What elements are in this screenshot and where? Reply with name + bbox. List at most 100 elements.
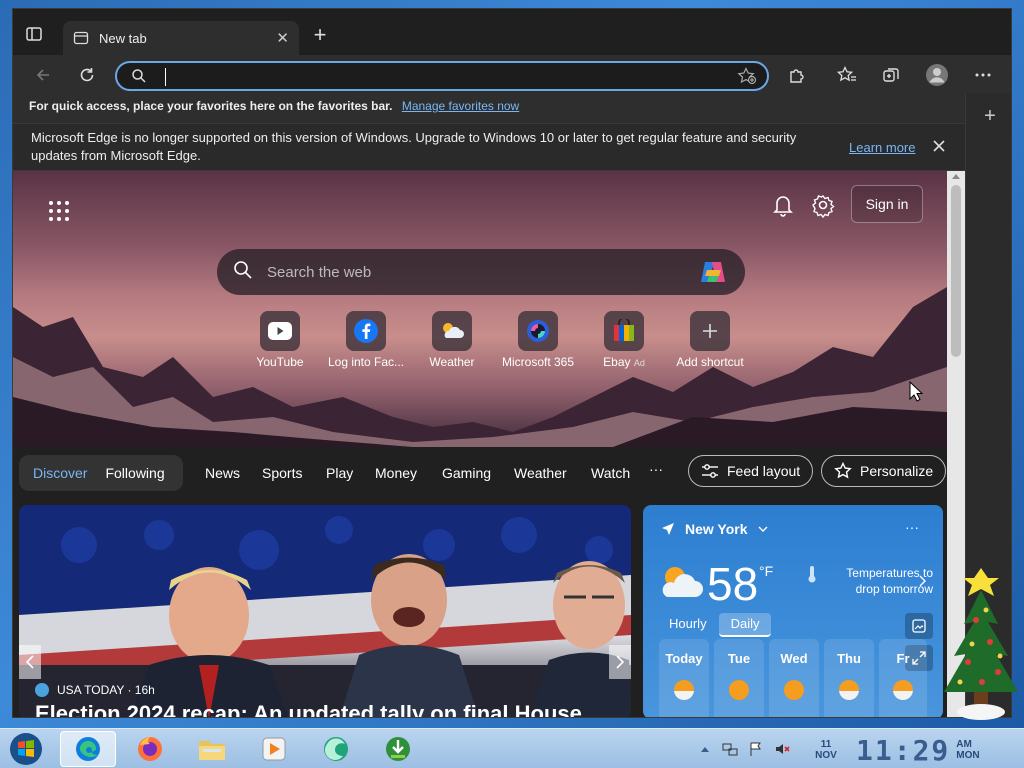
nav-money[interactable]: Money bbox=[375, 465, 417, 481]
address-input[interactable] bbox=[163, 67, 723, 87]
weather-map-button[interactable] bbox=[905, 613, 933, 639]
add-shortcut-button[interactable]: Add shortcut bbox=[667, 311, 753, 369]
day-label: Wed bbox=[780, 651, 808, 666]
carousel-next-button[interactable] bbox=[609, 645, 631, 679]
image-icon bbox=[912, 619, 926, 633]
christmas-tree-gadget bbox=[944, 568, 1018, 720]
taskbar-clock[interactable]: 11 NOV 11:29 AM MON bbox=[812, 733, 979, 767]
news-source: USA TODAY · 16h bbox=[35, 683, 155, 697]
shortcut-youtube[interactable]: YouTube bbox=[237, 311, 323, 369]
weather-alert[interactable]: Temperatures to drop tomorrow bbox=[823, 565, 933, 597]
refresh-icon[interactable] bbox=[73, 61, 101, 89]
news-source-label: USA TODAY · 16h bbox=[57, 683, 155, 697]
page-settings-gear-icon[interactable] bbox=[809, 191, 837, 219]
close-infobar-icon[interactable] bbox=[931, 138, 949, 156]
favorites-icon[interactable] bbox=[833, 61, 861, 89]
copilot-icon[interactable] bbox=[697, 256, 729, 288]
chevron-left-icon bbox=[26, 655, 34, 669]
add-sidebar-app-button[interactable]: + bbox=[980, 106, 1000, 127]
day-label: Today bbox=[665, 651, 703, 666]
tab-discover[interactable]: Discover bbox=[33, 465, 87, 481]
feed-layout-button[interactable]: Feed layout bbox=[688, 455, 814, 487]
taskbar-explorer[interactable] bbox=[184, 731, 240, 767]
shortcut-facebook[interactable]: Log into Fac... bbox=[323, 311, 409, 369]
forecast-day[interactable]: Today bbox=[659, 639, 709, 717]
manage-favorites-link[interactable]: Manage favorites now bbox=[402, 99, 519, 113]
weather-card[interactable]: New York ··· 58 °F Temperatures to drop … bbox=[643, 505, 943, 717]
taskbar-edge[interactable] bbox=[60, 731, 116, 767]
network-icon[interactable] bbox=[722, 741, 738, 757]
tab-strip: New tab ✕ + bbox=[13, 9, 1011, 55]
tab-hourly[interactable]: Hourly bbox=[657, 613, 719, 637]
nav-news[interactable]: News bbox=[205, 465, 240, 481]
learn-more-link[interactable]: Learn more bbox=[849, 139, 915, 157]
facebook-icon bbox=[346, 311, 386, 351]
tab-daily[interactable]: Daily bbox=[718, 613, 772, 637]
apps-grid-icon[interactable] bbox=[41, 193, 77, 229]
forecast-day[interactable]: Fr bbox=[879, 639, 927, 717]
taskbar-download-manager[interactable] bbox=[370, 731, 426, 767]
nav-gaming[interactable]: Gaming bbox=[442, 465, 491, 481]
scroll-thumb[interactable] bbox=[951, 185, 961, 357]
nav-sports[interactable]: Sports bbox=[262, 465, 302, 481]
news-card[interactable]: USA TODAY · 16h Election 2024 recap: An … bbox=[19, 505, 631, 717]
scroll-up-icon[interactable] bbox=[952, 174, 960, 179]
volume-muted-icon[interactable] bbox=[774, 741, 790, 757]
close-tab-icon[interactable]: ✕ bbox=[276, 29, 289, 47]
feed-nav: Discover Following News Sports Play Mone… bbox=[13, 447, 947, 497]
nav-watch[interactable]: Watch bbox=[591, 465, 630, 481]
nav-more-icon[interactable]: ··· bbox=[649, 461, 663, 477]
taskbar-app-green[interactable] bbox=[308, 731, 364, 767]
taskbar-media-player[interactable] bbox=[246, 731, 302, 767]
profile-avatar-icon[interactable] bbox=[923, 61, 951, 89]
taskbar-firefox[interactable] bbox=[122, 731, 178, 767]
clock-ampm: AM MON bbox=[956, 739, 979, 761]
shortcut-ebay[interactable]: Ebay Ad bbox=[581, 311, 667, 369]
hero-background: Sign in Search the web YouTube Log into … bbox=[13, 171, 947, 447]
browser-window: ─ ☐ ✕ New tab ✕ + bbox=[12, 8, 1012, 718]
tab-new-tab[interactable]: New tab ✕ bbox=[63, 21, 299, 55]
firefox-icon bbox=[138, 737, 162, 761]
temperature: 58 bbox=[707, 558, 759, 610]
forecast-day[interactable]: Wed bbox=[769, 639, 819, 717]
tab-actions-icon[interactable] bbox=[25, 25, 49, 47]
collections-icon[interactable] bbox=[877, 61, 905, 89]
shortcut-weather[interactable]: Weather bbox=[409, 311, 495, 369]
nav-play[interactable]: Play bbox=[326, 465, 353, 481]
start-button[interactable] bbox=[2, 731, 50, 767]
personalize-button[interactable]: Personalize bbox=[821, 455, 947, 487]
shortcut-microsoft365[interactable]: Microsoft 365 bbox=[495, 311, 581, 369]
carousel-prev-button[interactable] bbox=[19, 645, 41, 679]
forecast-tabs: Hourly Daily bbox=[657, 613, 777, 637]
app-globe-icon bbox=[324, 737, 348, 761]
clock-period: AM bbox=[956, 739, 972, 750]
back-icon[interactable] bbox=[29, 61, 57, 89]
settings-more-icon[interactable] bbox=[969, 61, 997, 89]
news-headline[interactable]: Election 2024 recap: An updated tally on… bbox=[35, 701, 582, 717]
day-label: Tue bbox=[727, 651, 751, 666]
sliders-icon bbox=[702, 464, 718, 478]
web-search-box[interactable]: Search the web bbox=[217, 249, 745, 295]
weather-more-icon[interactable]: ··· bbox=[905, 519, 919, 535]
chevron-down-icon bbox=[758, 526, 768, 532]
shortcut-label: Microsoft 365 bbox=[501, 355, 575, 369]
action-center-flag-icon[interactable] bbox=[748, 741, 764, 757]
extensions-icon[interactable] bbox=[783, 61, 811, 89]
weather-location[interactable]: New York bbox=[661, 521, 768, 537]
new-tab-button[interactable]: + bbox=[309, 24, 331, 47]
sunny-icon bbox=[729, 680, 749, 700]
shortcut-label: Add shortcut bbox=[676, 355, 744, 369]
clock-date: 11 NOV bbox=[812, 739, 840, 761]
add-favorite-icon[interactable] bbox=[737, 67, 757, 90]
tab-following[interactable]: Following bbox=[105, 465, 164, 481]
mouse-cursor-icon bbox=[909, 381, 923, 402]
forecast-day[interactable]: Tue bbox=[714, 639, 764, 717]
nav-weather[interactable]: Weather bbox=[514, 465, 567, 481]
forecast-day[interactable]: Thu bbox=[824, 639, 874, 717]
ebay-label: Ebay bbox=[603, 355, 631, 369]
address-bar[interactable] bbox=[115, 61, 769, 91]
tray-expand-icon[interactable] bbox=[700, 745, 710, 753]
folder-icon bbox=[199, 741, 225, 760]
notifications-bell-icon[interactable] bbox=[769, 191, 797, 219]
sign-in-button[interactable]: Sign in bbox=[851, 185, 923, 223]
